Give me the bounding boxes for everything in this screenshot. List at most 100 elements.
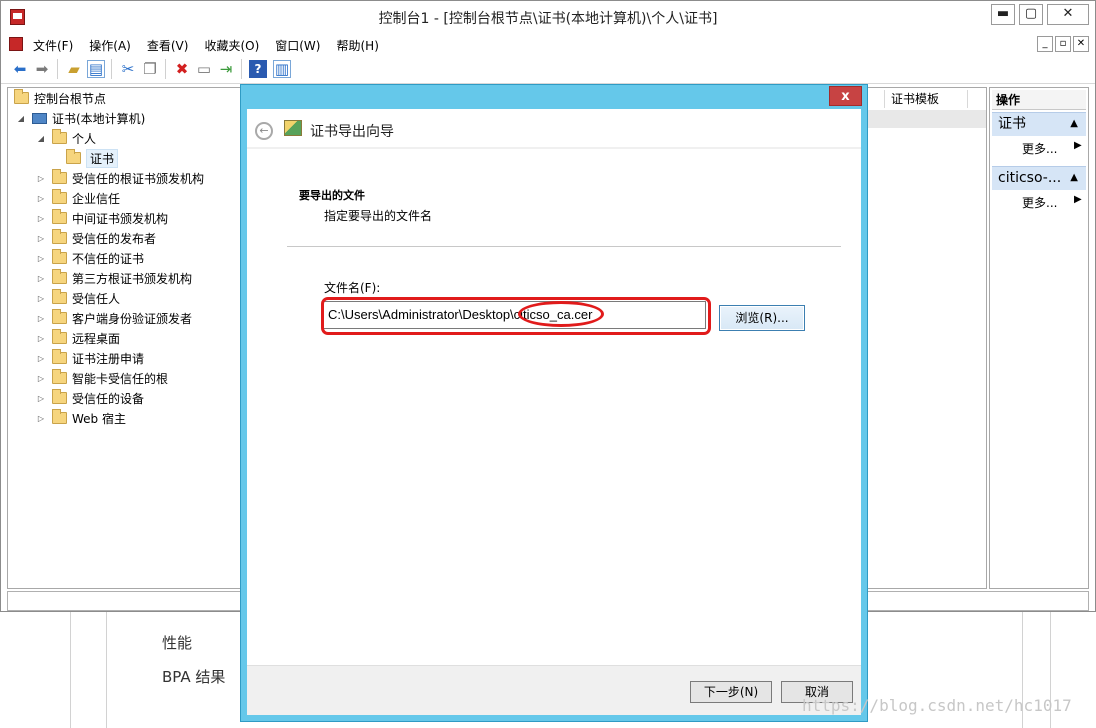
tree-node-personal[interactable]: ◢ 个人: [36, 128, 96, 148]
console-menu-icon[interactable]: [9, 37, 23, 51]
folder-icon: [52, 309, 67, 324]
section-title: 要导出的文件: [299, 189, 365, 202]
collapsed-triangle-icon[interactable]: ▷: [36, 354, 46, 363]
folder-icon: [52, 169, 67, 184]
show-tree-icon[interactable]: ▤: [87, 60, 105, 78]
computer-cert-icon: [32, 112, 47, 124]
cut-icon[interactable]: ✂: [119, 60, 137, 78]
child-minimize-button[interactable]: _: [1037, 36, 1053, 52]
collapsed-triangle-icon[interactable]: ▷: [36, 314, 46, 323]
collapsed-triangle-icon[interactable]: ▷: [36, 214, 46, 223]
menu-window[interactable]: 窗口(W): [275, 37, 320, 54]
window-title: 控制台1 - [控制台根节点\证书(本地计算机)\个人\证书]: [378, 11, 718, 27]
section-divider: [287, 246, 841, 247]
tree-node-store[interactable]: ▷ 受信任人: [36, 288, 120, 308]
tree-node-certificates[interactable]: 证书: [60, 148, 119, 168]
collapsed-triangle-icon[interactable]: ▷: [36, 394, 46, 403]
child-close-button[interactable]: ✕: [1073, 36, 1089, 52]
collapsed-triangle-icon[interactable]: ▷: [36, 234, 46, 243]
background-label-performance: 性能: [162, 634, 193, 652]
tree-node-store[interactable]: ▷ 第三方根证书颁发机构: [36, 268, 192, 288]
collapsed-triangle-icon[interactable]: ▷: [36, 334, 46, 343]
copy-icon[interactable]: ❐: [141, 60, 159, 78]
tree-node-store[interactable]: ▷ 证书注册申请: [36, 348, 144, 368]
toolbar-separator: [165, 59, 166, 79]
export-icon[interactable]: ⇥: [217, 60, 235, 78]
tree-node-store[interactable]: ▷ 客户端身份验证颁发者: [36, 308, 192, 328]
submenu-arrow-icon: ▶: [1074, 140, 1082, 151]
folder-icon: [52, 249, 67, 264]
wizard-body: 要导出的文件 指定要导出的文件名 文件名(F): C:\Users\Admini…: [247, 149, 861, 665]
expanded-triangle-icon[interactable]: ◢: [16, 114, 26, 123]
watermark: https://blog.csdn.net/hc1017: [802, 696, 1072, 715]
tree-node-store[interactable]: ▷ 中间证书颁发机构: [36, 208, 168, 228]
child-restore-button[interactable]: ▫: [1055, 36, 1071, 52]
tree-node-store[interactable]: ▷ 企业信任: [36, 188, 120, 208]
menu-action[interactable]: 操作(A): [89, 37, 131, 54]
properties-icon[interactable]: ▭: [195, 60, 213, 78]
folder-icon: [52, 229, 67, 244]
wizard-footer: 下一步(N) 取消: [247, 665, 861, 715]
tree-node-store[interactable]: ▷ 受信任的发布者: [36, 228, 156, 248]
folder-icon: [14, 89, 29, 104]
expanded-triangle-icon[interactable]: ◢: [36, 134, 46, 143]
folder-icon: [52, 269, 67, 284]
back-icon[interactable]: ⬅: [11, 60, 29, 78]
collapsed-triangle-icon[interactable]: ▷: [36, 294, 46, 303]
selected-row[interactable]: [868, 110, 986, 128]
folder-icon: [52, 189, 67, 204]
forward-icon[interactable]: ➡: [33, 60, 51, 78]
title-bar: 控制台1 - [控制台根节点\证书(本地计算机)\个人\证书] ▬ ▢ ✕: [1, 1, 1095, 33]
menu-view[interactable]: 查看(V): [147, 37, 189, 54]
action-pane-icon[interactable]: ▥: [273, 60, 291, 78]
collapsed-triangle-icon[interactable]: ▷: [36, 174, 46, 183]
menu-favorites[interactable]: 收藏夹(O): [204, 37, 259, 54]
help-icon[interactable]: ?: [249, 60, 267, 78]
browse-button[interactable]: 浏览(R)...: [719, 305, 805, 331]
console-tree: 控制台根节点 ◢ 证书(本地计算机) ◢ 个人 证书 ▷ 受信任的根证书颁发机构 ▷…: [7, 87, 243, 589]
collapsed-triangle-icon[interactable]: ▷: [36, 374, 46, 383]
column-header-template[interactable]: 证书模板: [884, 90, 968, 108]
collapsed-triangle-icon[interactable]: ▷: [36, 414, 46, 423]
actions-more-2[interactable]: 更多... ▶: [1022, 194, 1082, 211]
collapse-caret-icon[interactable]: ▲: [1070, 167, 1078, 189]
menu-help[interactable]: 帮助(H): [336, 37, 378, 54]
collapse-caret-icon[interactable]: ▲: [1070, 113, 1078, 135]
submenu-arrow-icon: ▶: [1074, 194, 1082, 205]
back-arrow-icon[interactable]: ←: [255, 122, 273, 140]
dialog-content: ← 证书导出向导 要导出的文件 指定要导出的文件名 文件名(F): C:\Use…: [247, 109, 861, 715]
actions-section-certificates[interactable]: 证书 ▲: [992, 112, 1086, 136]
close-button[interactable]: ✕: [1047, 4, 1089, 25]
tree-root[interactable]: 控制台根节点: [10, 88, 106, 108]
dialog-close-button[interactable]: x: [829, 86, 862, 106]
highlight-rectangle-annotation: [321, 297, 711, 335]
folder-icon: [52, 409, 67, 424]
section-subtitle: 指定要导出的文件名: [324, 209, 433, 223]
divider: [106, 612, 107, 728]
menu-file[interactable]: 文件(F): [33, 37, 73, 54]
tree-node-store[interactable]: ▷ 不信任的证书: [36, 248, 144, 268]
actions-more-1[interactable]: 更多... ▶: [1022, 140, 1082, 157]
tree-node-store[interactable]: ▷ 远程桌面: [36, 328, 120, 348]
collapsed-triangle-icon[interactable]: ▷: [36, 274, 46, 283]
up-folder-icon[interactable]: ▰: [65, 60, 83, 78]
tree-node-store[interactable]: ▷ Web 宿主: [36, 408, 126, 428]
background-label-bpa: BPA 结果: [162, 668, 226, 686]
actions-section-citicso[interactable]: citicso-... ▲: [992, 166, 1086, 190]
minimize-button[interactable]: ▬: [991, 4, 1015, 25]
toolbar: ⬅ ➡ ▰ ▤ ✂ ❐ ✖ ▭ ⇥ ? ▥: [1, 56, 1095, 84]
next-button[interactable]: 下一步(N): [690, 681, 772, 703]
actions-pane: 操作 证书 ▲ 更多... ▶ citicso-... ▲ 更多... ▶: [989, 87, 1089, 589]
collapsed-triangle-icon[interactable]: ▷: [36, 194, 46, 203]
tree-node-store[interactable]: ▷ 智能卡受信任的根: [36, 368, 168, 388]
folder-icon: [52, 209, 67, 224]
delete-icon[interactable]: ✖: [173, 60, 191, 78]
collapsed-triangle-icon[interactable]: ▷: [36, 254, 46, 263]
menu-bar: 文件(F) 操作(A) 查看(V) 收藏夹(O) 窗口(W) 帮助(H) _ ▫…: [1, 33, 1095, 55]
wizard-title: 证书导出向导: [310, 124, 394, 140]
tree-node-computer[interactable]: ◢ 证书(本地计算机): [16, 108, 145, 128]
divider: [70, 612, 71, 728]
tree-node-store[interactable]: ▷ 受信任的根证书颁发机构: [36, 168, 204, 188]
tree-node-store[interactable]: ▷ 受信任的设备: [36, 388, 144, 408]
maximize-button[interactable]: ▢: [1019, 4, 1043, 25]
